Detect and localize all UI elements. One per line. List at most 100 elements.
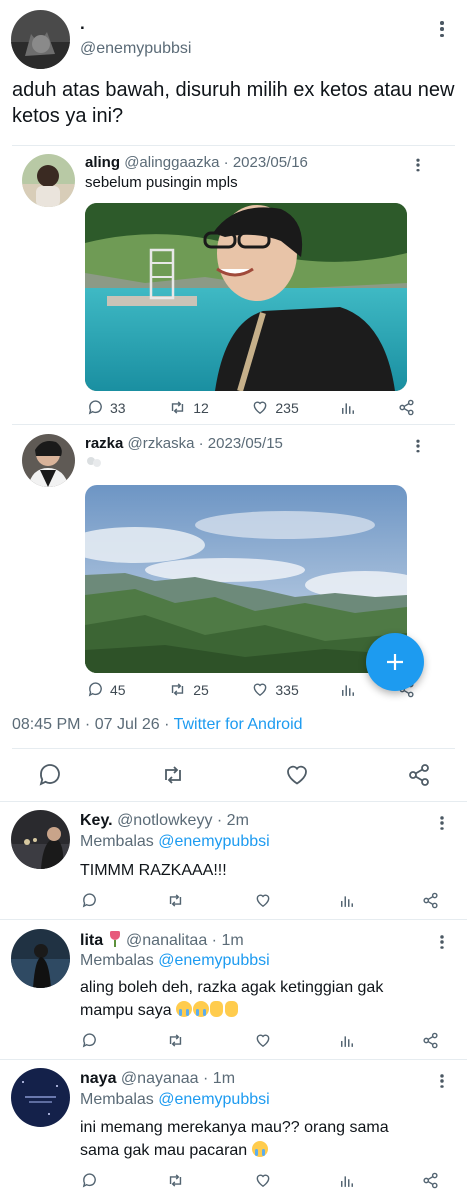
tweet-timestamp-line: 08:45 PM · 07 Jul 26 · Twitter for Andro… <box>12 716 303 734</box>
tweet-client-link[interactable]: Twitter for Android <box>174 716 303 733</box>
reply-display-name[interactable]: lita <box>80 932 103 949</box>
quote-reply-button[interactable]: 45 <box>87 681 126 698</box>
reply-icon[interactable] <box>81 892 98 909</box>
loudly-crying-face-icon <box>176 1001 193 1017</box>
replying-to-handle[interactable]: @enemypubbsi <box>158 833 269 850</box>
reply-display-name[interactable]: naya <box>80 1070 116 1087</box>
quote-retweet-count: 12 <box>193 399 209 416</box>
author-avatar[interactable] <box>11 10 70 69</box>
quote-actions: 45 25 335 <box>87 681 415 698</box>
tweet-time: 08:45 PM · 07 Jul 26 · <box>12 716 174 733</box>
quote-retweet-button[interactable]: 25 <box>168 681 209 698</box>
reply-header: lita @nanalitaa · 1m <box>80 931 244 950</box>
quote-share-button[interactable] <box>398 399 415 416</box>
quote-views-button[interactable] <box>341 401 355 415</box>
share-icon[interactable] <box>422 1172 439 1189</box>
quote-display-name[interactable]: aling <box>85 154 120 171</box>
reply-menu-icon[interactable] <box>435 1073 449 1090</box>
share-button[interactable] <box>407 763 431 787</box>
heart-icon[interactable] <box>254 892 272 909</box>
author-handle[interactable]: @enemypubbsi <box>80 40 191 58</box>
replying-to-line: Membalas @enemypubbsi <box>80 833 270 851</box>
index-pointing-up-icon <box>210 1001 224 1017</box>
replying-to-label: Membalas <box>80 1091 154 1108</box>
reply-handle[interactable]: @notlowkeyy <box>117 812 212 829</box>
reply-icon <box>88 682 102 697</box>
reply-handle[interactable]: @nanalitaa <box>126 932 207 949</box>
heart-icon[interactable] <box>254 1172 272 1189</box>
quote-header: razka @rzkaska · 2023/05/15 <box>85 435 283 452</box>
reply-actions <box>81 892 439 909</box>
analytics-icon <box>342 402 355 414</box>
reply-icon <box>39 764 60 786</box>
retweet-icon[interactable] <box>166 1172 185 1189</box>
quote-handle[interactable]: @rzkaska <box>128 435 195 452</box>
replying-to-line: Membalas @enemypubbsi <box>80 1091 270 1109</box>
like-button[interactable] <box>285 763 309 787</box>
author-display-name[interactable]: . <box>80 14 85 34</box>
reply-button[interactable] <box>38 763 62 787</box>
quote-like-button[interactable]: 235 <box>251 399 299 416</box>
reply-text-block: aling boleh deh, razka agak ketinggian g… <box>80 976 430 1022</box>
reply-time: · 2m <box>216 812 249 829</box>
heart-icon[interactable] <box>254 1032 272 1049</box>
share-icon[interactable] <box>422 1032 439 1049</box>
retweet-icon[interactable] <box>166 892 185 909</box>
reply-time: · 1m <box>203 1070 236 1087</box>
reply-avatar[interactable] <box>11 1068 70 1127</box>
quote-date: · 2023/05/16 <box>223 154 308 171</box>
reply-icon <box>88 400 102 415</box>
reply-menu-icon[interactable] <box>435 815 449 832</box>
quote-media-photo[interactable] <box>85 203 407 391</box>
plus-icon <box>387 654 403 670</box>
compose-fab[interactable] <box>366 633 424 691</box>
quote-menu-icon[interactable] <box>412 157 425 173</box>
loudly-crying-face-icon <box>251 1141 268 1157</box>
quote-reply-count: 45 <box>110 681 126 698</box>
quote-media-photo[interactable] <box>85 485 407 673</box>
analytics-icon <box>342 684 355 696</box>
quote-avatar[interactable] <box>22 434 75 487</box>
quote-handle[interactable]: @alinggaazka <box>124 154 219 171</box>
quote-like-button[interactable]: 335 <box>251 681 299 698</box>
replying-to-handle[interactable]: @enemypubbsi <box>158 952 269 969</box>
heart-icon <box>253 401 267 415</box>
quote-emoji-icon <box>86 455 102 469</box>
retweet-icon <box>165 766 182 784</box>
retweet-icon <box>172 683 184 696</box>
reply-icon[interactable] <box>81 1032 98 1049</box>
tweet-actions <box>38 763 431 787</box>
index-pointing-up-icon <box>225 1001 239 1017</box>
share-icon[interactable] <box>422 892 439 909</box>
replying-to-label: Membalas <box>80 952 154 969</box>
analytics-icon[interactable] <box>340 1034 354 1048</box>
reply-avatar[interactable] <box>11 810 70 869</box>
quote-retweet-button[interactable]: 12 <box>168 399 209 416</box>
reply-menu-icon[interactable] <box>435 934 449 951</box>
reply-text-block: ini memang merekanya mau?? orang sama sa… <box>80 1116 425 1162</box>
reply-handle[interactable]: @nayanaa <box>121 1070 199 1087</box>
replying-to-handle[interactable]: @enemypubbsi <box>158 1091 269 1108</box>
quote-display-name[interactable]: razka <box>85 435 123 452</box>
reply-avatar[interactable] <box>11 929 70 988</box>
analytics-icon[interactable] <box>340 1174 354 1188</box>
reply-icon[interactable] <box>81 1172 98 1189</box>
replying-to-label: Membalas <box>80 833 154 850</box>
reply-display-name[interactable]: Key. <box>80 812 113 829</box>
quote-menu-icon[interactable] <box>412 438 425 454</box>
tweet-menu-icon[interactable] <box>434 19 450 39</box>
quote-views-button[interactable] <box>341 683 355 697</box>
analytics-icon[interactable] <box>340 894 354 908</box>
share-icon <box>409 764 429 786</box>
reply-text: ini memang merekanya mau?? orang sama sa… <box>80 1119 389 1159</box>
reply-actions <box>81 1032 439 1049</box>
quote-reply-button[interactable]: 33 <box>87 399 126 416</box>
quote-avatar[interactable] <box>22 154 75 207</box>
quote-header: aling @alinggaazka · 2023/05/16 <box>85 154 308 171</box>
share-icon <box>399 399 414 416</box>
tweet-text: aduh atas bawah, disuruh milih ex ketos … <box>12 79 455 127</box>
reply-actions <box>81 1172 439 1189</box>
quote-text: sebelum pusingin mpls <box>85 174 238 191</box>
retweet-button[interactable] <box>160 763 186 787</box>
retweet-icon[interactable] <box>166 1032 185 1049</box>
